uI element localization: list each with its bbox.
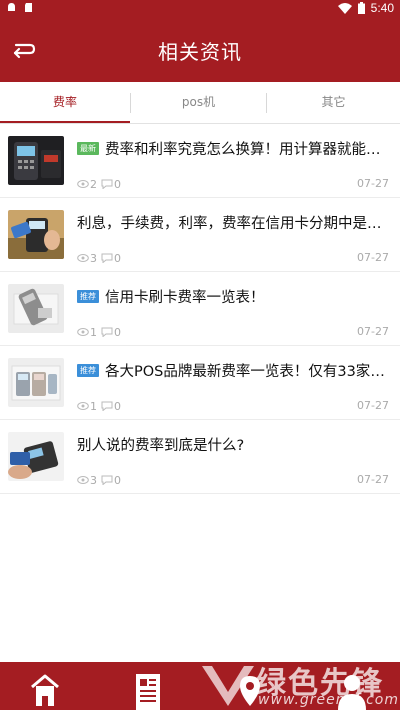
news-thumbnail (8, 358, 64, 407)
list-item[interactable]: 推荐 各大POS品牌最新费率一览表！仅有33家全国性支付公司 1 0 07-27 (0, 346, 400, 420)
news-title: 利息，手续费，利率，费率在信用卡分期中是什么关系 (77, 215, 388, 232)
nav-news[interactable] (130, 668, 166, 710)
watermark: 绿色先锋 www.greenxf.com (196, 658, 400, 710)
news-meta: 1 0 (77, 325, 125, 339)
list-item[interactable]: 推荐 信用卡刷卡费率一览表！ 1 0 07-27 (0, 272, 400, 346)
news-meta: 1 0 (77, 399, 125, 413)
eye-icon (77, 476, 89, 484)
comment-count: 0 (114, 399, 121, 413)
news-title: 信用卡刷卡费率一览表！ (105, 289, 265, 306)
category-tabs: 费率 pos机 其它 (0, 82, 400, 124)
comment-icon (101, 475, 113, 485)
document-icon (136, 674, 160, 710)
news-title: 别人说的费率到底是什么? (77, 437, 245, 454)
eye-icon (77, 254, 89, 262)
card-payment-image (8, 210, 64, 259)
wifi-icon (337, 2, 352, 14)
nav-home[interactable] (27, 668, 63, 710)
view-count: 1 (90, 325, 97, 339)
list-item[interactable]: 利息，手续费，利率，费率在信用卡分期中是什么关系 3 0 07-27 (0, 198, 400, 272)
news-thumbnail (8, 210, 64, 259)
notification-icon (8, 3, 15, 11)
list-item[interactable]: 别人说的费率到底是什么? 3 0 07-27 (0, 420, 400, 494)
comment-icon (101, 327, 113, 337)
eye-icon (77, 180, 89, 188)
page-title: 相关资讯 (158, 40, 242, 64)
news-title: 费率和利率究竟怎么换算！用计算器就能算出来！ (105, 141, 388, 158)
sd-card-icon (25, 3, 32, 12)
comment-count: 0 (114, 251, 121, 265)
comment-count: 0 (114, 177, 121, 191)
news-date: 07-27 (357, 399, 389, 412)
tab-other[interactable]: 其它 (267, 82, 400, 123)
news-date: 07-27 (357, 251, 389, 264)
pos-terminal-light-image (8, 284, 64, 333)
news-thumbnail (8, 136, 64, 185)
news-meta: 3 0 (77, 251, 125, 265)
card-swipe-image (8, 432, 64, 481)
news-date: 07-27 (357, 325, 389, 338)
comment-icon (101, 179, 113, 189)
watermark-logo-icon (202, 666, 254, 706)
news-thumbnail (8, 284, 64, 333)
comment-count: 0 (114, 325, 121, 339)
pos-devices-image (8, 358, 64, 407)
clock: 5:40 (370, 1, 394, 15)
view-count: 3 (90, 251, 97, 265)
news-date: 07-27 (357, 177, 389, 190)
tab-rate[interactable]: 费率 (0, 82, 130, 123)
watermark-url: www.greenxf.com (258, 692, 399, 708)
view-count: 3 (90, 473, 97, 487)
eye-icon (77, 402, 89, 410)
eye-icon (77, 328, 89, 336)
battery-icon (357, 2, 365, 14)
news-meta: 2 0 (77, 177, 125, 191)
news-thumbnail (8, 432, 64, 481)
list-item[interactable]: 最新 费率和利率究竟怎么换算！用计算器就能算出来！ 2 0 07-27 (0, 124, 400, 198)
view-count: 1 (90, 399, 97, 413)
news-meta: 3 0 (77, 473, 125, 487)
comment-count: 0 (114, 473, 121, 487)
pos-terminal-image (8, 136, 64, 185)
home-icon (31, 674, 59, 706)
badge-recommended: 推荐 (77, 363, 99, 377)
tab-pos[interactable]: pos机 (131, 82, 266, 123)
active-tab-indicator (0, 121, 130, 123)
view-count: 2 (90, 177, 97, 191)
news-date: 07-27 (357, 473, 389, 486)
status-bar: 5:40 (0, 0, 400, 16)
comment-icon (101, 401, 113, 411)
news-title: 各大POS品牌最新费率一览表！仅有33家全国性支付公司 (105, 363, 388, 380)
badge-recommended: 推荐 (77, 289, 99, 303)
app-header: 相关资讯 (0, 16, 400, 82)
comment-icon (101, 253, 113, 263)
badge-new: 最新 (77, 141, 99, 155)
